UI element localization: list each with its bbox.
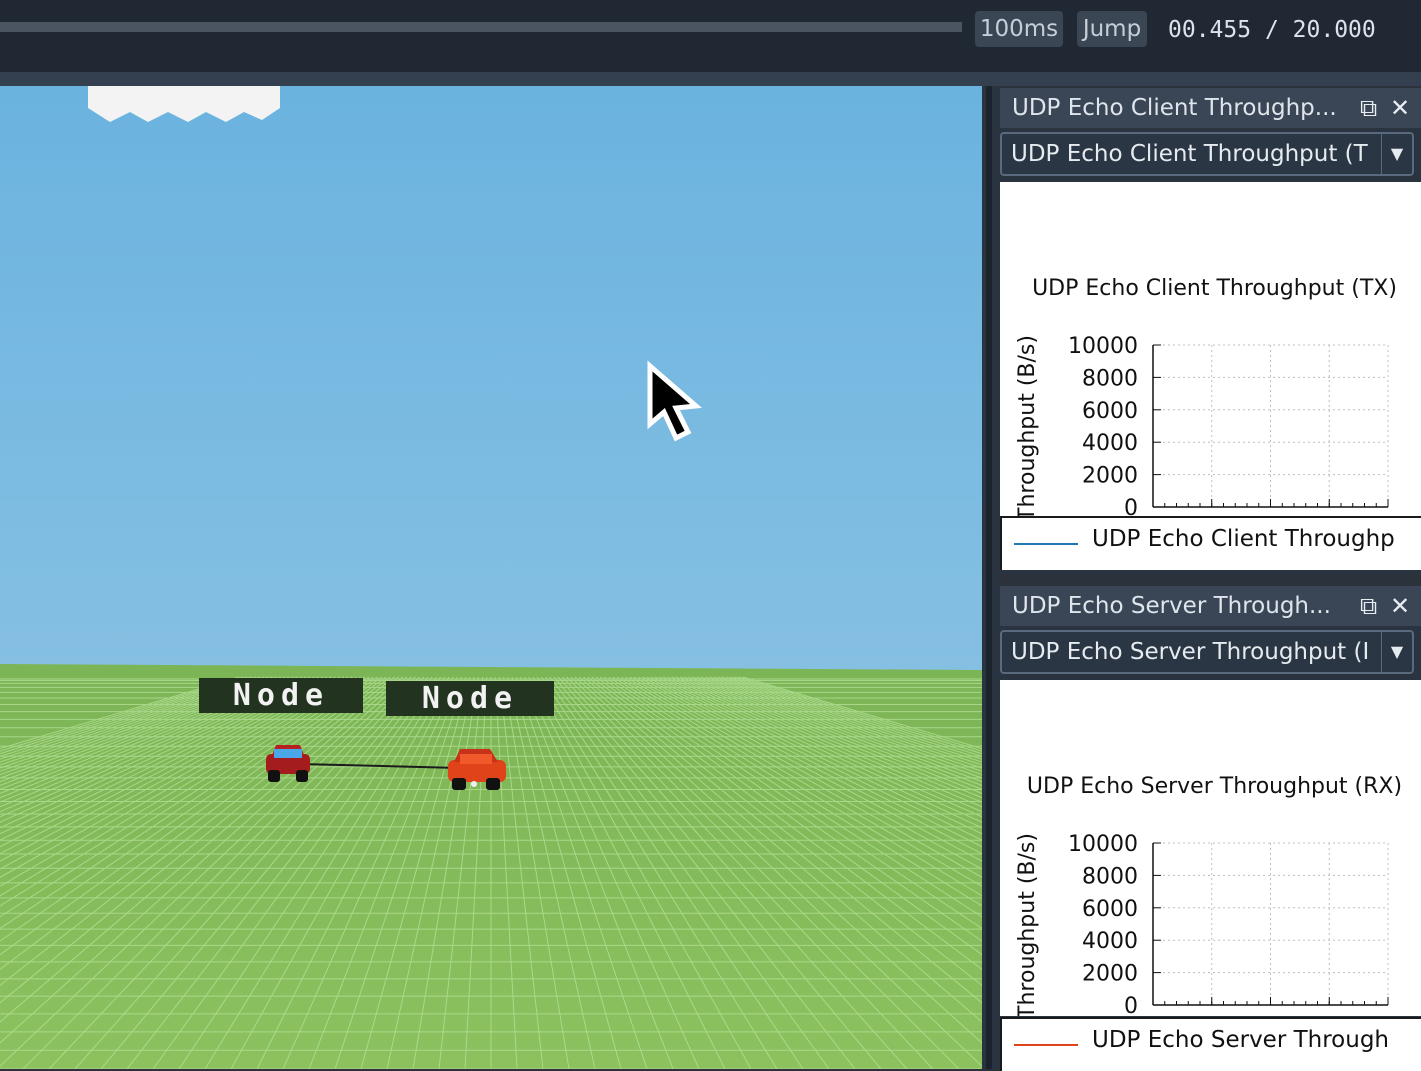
chart-area: UDP Echo Client Throughput (TX)024680200… [1000, 182, 1421, 518]
jump-button[interactable]: Jump [1077, 11, 1147, 47]
chevron-down-icon[interactable]: ▼ [1381, 134, 1412, 174]
mouse-pointer-icon [647, 360, 703, 442]
panel-title: UDP Echo Client Throughp... [1012, 95, 1337, 121]
y-tick-label: 10000 [1068, 832, 1138, 857]
series-selector[interactable]: UDP Echo Server Throughput (I ▼ [1000, 630, 1414, 674]
x-tick-label: 6 [1320, 1014, 1334, 1016]
y-tick-label: 2000 [1082, 962, 1138, 987]
close-icon[interactable]: ✕ [1390, 88, 1410, 128]
series-selector-value: UDP Echo Client Throughput (T [1011, 141, 1368, 167]
y-tick-label: 4000 [1082, 929, 1138, 954]
scene-viewport[interactable]: Node Node [0, 86, 982, 1069]
x-tick-label: 2 [1203, 1014, 1217, 1016]
node-label-2: Node [386, 681, 554, 716]
total-time: 20.000 [1292, 17, 1376, 43]
step-size-button[interactable]: 100ms [975, 11, 1063, 47]
time-readout: 00.455 / 20.000 [1168, 12, 1376, 48]
y-tick-label: 2000 [1082, 464, 1138, 489]
panel-title-bar: UDP Echo Client Throughp... ⧉ ✕ [1000, 88, 1421, 128]
toolbar-divider [0, 72, 1421, 86]
float-window-icon[interactable]: ⧉ [1360, 586, 1377, 626]
chart-legend: UDP Echo Server Through [1000, 1017, 1421, 1071]
panel-title-bar: UDP Echo Server Through... ⧉ ✕ [1000, 586, 1421, 626]
current-time: 00.455 [1168, 17, 1252, 43]
y-tick-label: 6000 [1082, 399, 1138, 424]
throughput-chart: UDP Echo Client Throughput (TX)024680200… [1015, 276, 1397, 518]
timeline-scrubber[interactable] [0, 22, 962, 32]
x-tick-label: 4 [1262, 1014, 1276, 1016]
y-tick-label: 8000 [1082, 366, 1138, 391]
sky [0, 86, 982, 686]
y-tick-label: 6000 [1082, 897, 1138, 922]
panel-title: UDP Echo Server Through... [1012, 593, 1331, 619]
chart-area: UDP Echo Server Throughput (RX) 0 2 4 6 8 0 200… [1000, 680, 1421, 1016]
y-axis-label: Throughput (B/s) [1015, 833, 1040, 1016]
dock-splitter[interactable] [982, 86, 1000, 1069]
throughput-chart: UDP Echo Server Throughput (RX) 0 2 4 6 8 0 200… [1015, 774, 1402, 1016]
y-tick-label: 0 [1124, 994, 1138, 1016]
y-tick-label: 4000 [1082, 431, 1138, 456]
y-tick-label: 0 [1124, 496, 1138, 518]
x-tick-label: 0 [1144, 1014, 1158, 1016]
chart-title: UDP Echo Server Throughput (RX) [1027, 774, 1402, 799]
series-selector[interactable]: UDP Echo Client Throughput (T ▼ [1000, 132, 1414, 176]
series-selector-value: UDP Echo Server Throughput (I [1011, 639, 1370, 665]
legend-label: UDP Echo Server Through [1092, 1027, 1390, 1053]
chart-title: UDP Echo Client Throughput (TX) [1032, 276, 1397, 301]
scene-canvas [0, 86, 982, 1069]
x-tick-label: 8 [1379, 1014, 1393, 1016]
client-throughput-panel: UDP Echo Client Throughp... ⧉ ✕ UDP Echo… [1000, 88, 1421, 574]
y-tick-label: 8000 [1082, 864, 1138, 889]
time-separator: / [1264, 17, 1279, 43]
legend-label: UDP Echo Client Throughp [1092, 526, 1395, 552]
legend-swatch [1014, 543, 1078, 545]
server-throughput-panel: UDP Echo Server Through... ⧉ ✕ UDP Echo … [1000, 586, 1421, 1071]
chart-legend: UDP Echo Client Throughp [1000, 516, 1421, 570]
node-label-1: Node [199, 678, 363, 713]
float-window-icon[interactable]: ⧉ [1360, 88, 1377, 128]
playback-toolbar: 100ms Jump 00.455 / 20.000 [0, 0, 1421, 72]
legend-swatch [1014, 1044, 1078, 1046]
y-axis-label: Throughput (B/s) [1015, 335, 1040, 518]
y-tick-label: 10000 [1068, 334, 1138, 359]
close-icon[interactable]: ✕ [1390, 586, 1410, 626]
chevron-down-icon[interactable]: ▼ [1381, 632, 1412, 672]
